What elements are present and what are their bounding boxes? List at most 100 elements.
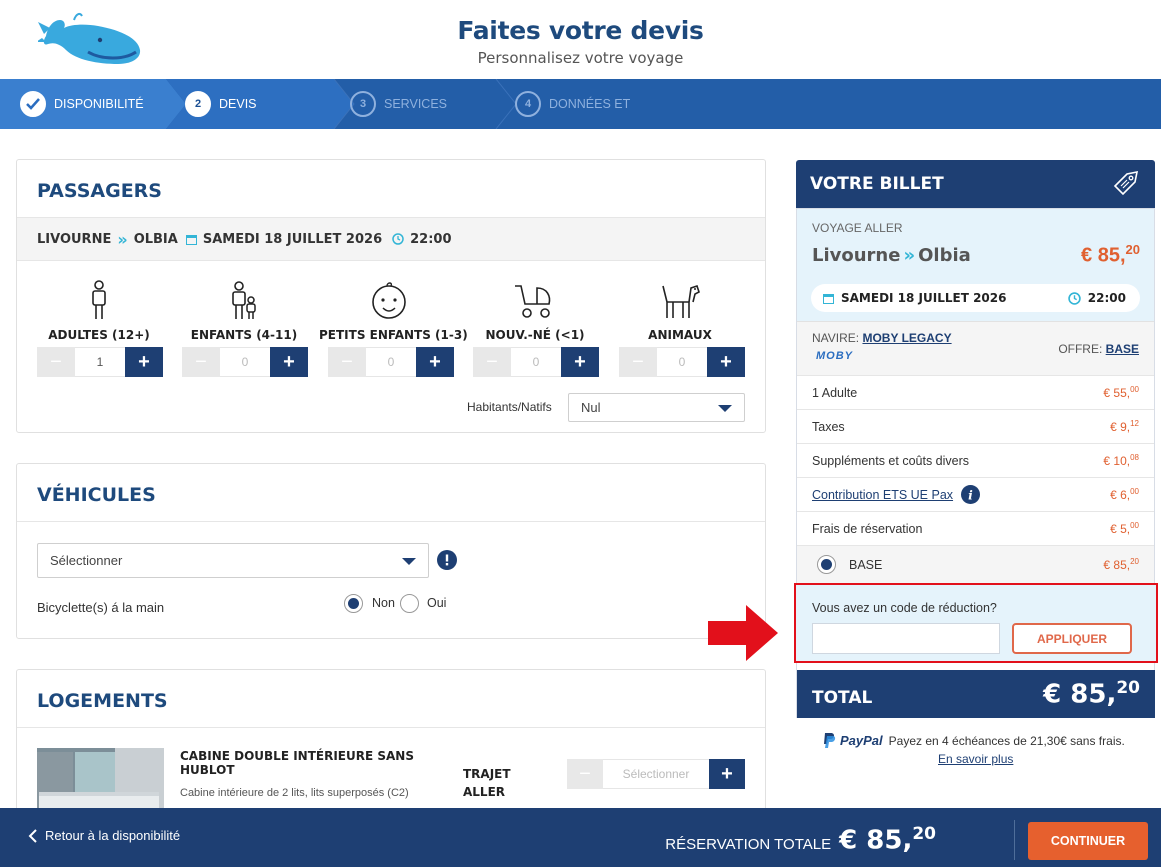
navire-link[interactable]: MOBY LEGACY [862, 331, 951, 345]
enfants-count[interactable]: 0 [220, 347, 270, 377]
vehicule-select[interactable]: Sélectionner [37, 543, 429, 578]
step-donnees[interactable]: 4 DONNÉES ET [515, 79, 630, 129]
radio-non[interactable] [344, 594, 363, 613]
total-label: TOTAL [812, 688, 873, 708]
continue-button[interactable]: CONTINUER [1028, 822, 1148, 860]
line-amount: € 85,20 [1103, 557, 1139, 572]
vehicule-select-value: Sélectionner [50, 553, 123, 568]
pax-label: ADULTES (12+) [48, 328, 150, 342]
step-services[interactable]: 3 SERVICES [350, 79, 447, 129]
total-value: € 85,20 [1043, 678, 1140, 710]
radio-oui[interactable] [400, 594, 419, 613]
amount-int: € 5, [1110, 522, 1131, 536]
navire-label: NAVIRE: [812, 331, 863, 345]
line-contribution: Contribution ETS UE Pax i € 6,00 [797, 477, 1154, 511]
check-icon [20, 91, 46, 117]
double-chevron-icon: » [903, 245, 916, 266]
line-amount: € 6,00 [1110, 487, 1139, 502]
moby-logo: MOBY [816, 350, 853, 362]
clock-icon [392, 233, 404, 245]
promo-code-input[interactable] [812, 623, 1000, 654]
offre-link[interactable]: BASE [1106, 342, 1139, 356]
paypal-icon [824, 733, 836, 748]
alert-icon[interactable] [437, 550, 457, 570]
ticket-date: SAMEDI 18 JUILLET 2026 [841, 291, 1007, 305]
decrement-button[interactable]: − [37, 347, 75, 377]
step-label: DISPONIBILITÉ [54, 97, 144, 111]
navire-info: NAVIRE: MOBY LEGACY [812, 331, 952, 345]
cabin-stepper: − Sélectionner + [567, 759, 745, 789]
line-amount: € 5,00 [1110, 521, 1139, 536]
adultes-count[interactable]: 1 [75, 347, 125, 377]
step-devis[interactable]: 2 DEVIS [185, 79, 257, 129]
back-link[interactable]: Retour à la disponibilité [28, 828, 180, 843]
apply-button[interactable]: APPLIQUER [1012, 623, 1132, 654]
route-from: LIVOURNE [37, 231, 112, 247]
step-number: 2 [185, 91, 211, 117]
line-taxes: Taxes € 9,12 [797, 409, 1154, 443]
vehicules-title: VÉHICULES [37, 484, 156, 506]
trajet-label: TRAJET ALLER [463, 767, 511, 799]
divider [17, 521, 765, 522]
calendar-icon [185, 234, 197, 245]
nouveau-ne-stepper: − 0 + [473, 347, 599, 377]
en-savoir-plus-link[interactable]: En savoir plus [938, 752, 1013, 766]
pax-label: PETITS ENFANTS (1-3) [319, 328, 468, 342]
increment-button[interactable]: + [709, 759, 745, 789]
pax-petits-enfants: PETITS ENFANTS (1-3) [319, 278, 468, 342]
ticket-title: VOTRE BILLET [810, 174, 944, 194]
info-icon[interactable]: i [961, 485, 981, 504]
route-to: OLBIA [133, 231, 178, 247]
increment-button[interactable]: + [416, 347, 454, 377]
habitants-label: Habitants/Natifs [467, 400, 552, 414]
chevron-down-icon [402, 557, 416, 565]
petits-enfants-count[interactable]: 0 [366, 347, 416, 377]
route-to: Olbia [918, 245, 971, 266]
increment-button[interactable]: + [125, 347, 163, 377]
animaux-count[interactable]: 0 [657, 347, 707, 377]
voyage-aller: VOYAGE ALLER Livourne» Olbia € 85,20 SAME… [797, 209, 1154, 321]
amount-int: € 9, [1110, 420, 1131, 434]
price-int: € 85, [1081, 244, 1126, 267]
increment-button[interactable]: + [707, 347, 745, 377]
amount-int: € 10, [1103, 454, 1131, 468]
radio-base[interactable] [817, 555, 836, 574]
cabin-select[interactable]: Sélectionner [603, 759, 709, 789]
adult-icon [92, 280, 106, 319]
paypal-row: PayPal Payez en 4 échéances de 21,30€ sa… [822, 732, 1125, 749]
logements-card: LOGEMENTS CABINE DOUBLE INTÉRIEURE SANS … [16, 669, 766, 829]
route-from: Livourne [812, 245, 901, 266]
chevron-down-icon [718, 404, 732, 412]
decrement-button[interactable]: − [328, 347, 366, 377]
decrement-button[interactable]: − [182, 347, 220, 377]
contribution-link[interactable]: Contribution ETS UE Pax [812, 488, 953, 502]
decrement-button[interactable]: − [567, 759, 603, 789]
bicyclette-label: Bicyclette(s) á la main [37, 600, 165, 615]
route-bar: LIVOURNE » OLBIA SAMEDI 18 JUILLET 2026 … [17, 217, 765, 261]
paypal-brand: PayPal [840, 733, 883, 748]
child-icon [232, 281, 256, 319]
ticket-tag-icon [1113, 170, 1139, 196]
bottom-bar: Retour à la disponibilité RÉSERVATION TO… [0, 808, 1161, 867]
nouveau-ne-count[interactable]: 0 [511, 347, 561, 377]
price-dec: 20 [1125, 242, 1140, 257]
progress-steps: DISPONIBILITÉ 2 DEVIS 3 SERVICES 4 DONNÉ… [0, 79, 1161, 129]
red-arrow-icon [708, 605, 778, 661]
back-label: Retour à la disponibilité [45, 828, 181, 843]
decrement-button[interactable]: − [619, 347, 657, 377]
increment-button[interactable]: + [270, 347, 308, 377]
step-label: SERVICES [384, 97, 447, 111]
cabin-desc: Cabine intérieure de 2 lits, lits superp… [180, 787, 409, 799]
amount-dec: 00 [1130, 385, 1139, 394]
pax-label: ANIMAUX [648, 328, 712, 342]
reservation-total: RÉSERVATION TOTALE € 85,20 [665, 824, 936, 856]
increment-button[interactable]: + [561, 347, 599, 377]
voyage-route: Livourne» Olbia [812, 245, 971, 266]
habitants-select[interactable]: Nul [568, 393, 745, 422]
cabin-name: CABINE DOUBLE INTÉRIEURE SANS HUBLOT [180, 749, 414, 777]
decrement-button[interactable]: − [473, 347, 511, 377]
total-dec: 20 [1116, 678, 1140, 698]
stroller-icon [515, 285, 551, 318]
step-label: DEVIS [219, 97, 257, 111]
step-disponibilite[interactable]: DISPONIBILITÉ [20, 79, 144, 129]
